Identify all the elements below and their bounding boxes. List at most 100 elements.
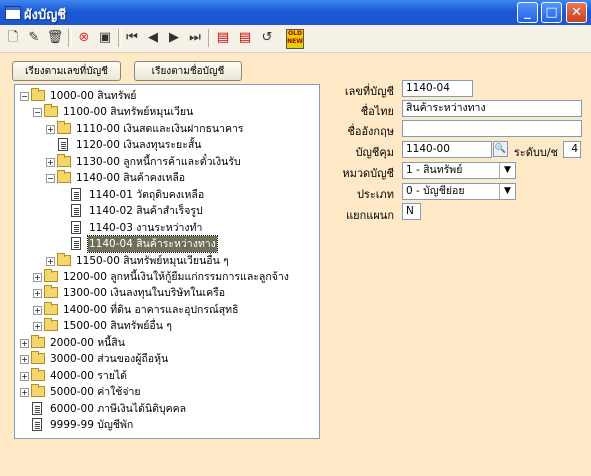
tree-item-label: 1140-00 สินค้าคงเหลือ bbox=[76, 172, 186, 185]
folder-icon bbox=[44, 318, 58, 332]
folder-icon bbox=[44, 285, 58, 299]
category-value: 1 - สินทรัพย์ bbox=[406, 164, 463, 176]
first-record-icon[interactable]: ⏮ bbox=[122, 28, 142, 48]
document-icon bbox=[71, 237, 81, 251]
delete-icon[interactable]: 🗑 bbox=[45, 28, 65, 48]
expand-icon[interactable]: + bbox=[33, 289, 42, 299]
tree-item-label: 4000-00 รายได้ bbox=[50, 369, 127, 382]
folder-icon bbox=[57, 120, 71, 134]
lookup-icon[interactable]: 🔍 bbox=[493, 141, 508, 157]
sort-by-name-button[interactable]: เรียงตามชื่อบัญชี bbox=[134, 61, 242, 81]
tree-item-label: 1140-04 สินค้าระหว่างทาง bbox=[87, 235, 218, 254]
expand-icon[interactable]: + bbox=[20, 338, 29, 348]
report-detail-icon[interactable]: ▤ bbox=[235, 28, 255, 48]
type-label: ประเภท bbox=[356, 188, 394, 201]
document-icon bbox=[71, 204, 81, 218]
tree-item-label: 1110-00 เงินสดและเงินฝากธนาคาร bbox=[76, 122, 244, 135]
folder-icon bbox=[31, 88, 45, 101]
folder-icon bbox=[31, 367, 45, 381]
tree-item-label: 1140-03 งานระหว่างทำ bbox=[89, 221, 203, 234]
account-no-field[interactable]: 1140-04 bbox=[402, 80, 473, 97]
tree-item-label: 1300-00 เงินลงทุนในบริษัทในเครือ bbox=[63, 287, 226, 300]
category-label: หมวดบัญชี bbox=[342, 167, 394, 180]
english-name-field[interactable] bbox=[402, 120, 582, 137]
cancel-icon[interactable]: ⊗ bbox=[74, 28, 94, 48]
folder-icon bbox=[31, 334, 45, 348]
chevron-down-icon[interactable]: ▼ bbox=[499, 163, 515, 178]
old-new-label: OLD NEW bbox=[287, 30, 303, 45]
document-icon bbox=[32, 401, 42, 415]
level-field[interactable]: 4 bbox=[563, 141, 581, 158]
tree-item-label: 9999-99 บัญชีพัก bbox=[50, 419, 134, 431]
type-value: 0 - บัญชีย่อย bbox=[406, 185, 465, 197]
thai-name-label: ชื่อไทย bbox=[360, 105, 394, 118]
document-icon bbox=[71, 187, 81, 201]
previous-record-icon[interactable]: ◀ bbox=[143, 28, 163, 48]
expand-icon[interactable]: + bbox=[33, 272, 42, 282]
parent-account-field[interactable]: 1140-00 bbox=[402, 141, 492, 158]
expand-icon[interactable]: + bbox=[33, 305, 42, 315]
tree-item-label: 5000-00 ค่าใช้จ่าย bbox=[50, 386, 141, 399]
expand-icon[interactable]: + bbox=[33, 322, 42, 332]
department-label: แยกแผนก bbox=[346, 209, 394, 222]
expand-icon[interactable]: + bbox=[46, 124, 55, 134]
tree-item-label: 3000-00 ส่วนของผู้ถือหุ้น bbox=[50, 353, 169, 366]
document-icon bbox=[32, 418, 42, 431]
folder-icon bbox=[44, 104, 58, 118]
folder-icon bbox=[57, 153, 71, 167]
tree-item-label: 6000-00 ภาษีเงินได้นิติบุคคล bbox=[50, 402, 187, 415]
tree-item-label: 1100-00 สินทรัพย์หมุนเวียน bbox=[63, 106, 194, 119]
window-title: ผังบัญชี bbox=[24, 8, 67, 23]
sort-by-code-button[interactable]: เรียงตามเลขที่บัญชี bbox=[12, 61, 121, 81]
chevron-down-icon[interactable]: ▼ bbox=[499, 184, 515, 199]
toolbar-separator bbox=[208, 29, 212, 47]
maximize-button[interactable]: □ bbox=[541, 2, 562, 23]
tree-item-label: 1140-01 วัตถุดิบคงเหลือ bbox=[89, 188, 205, 201]
tree-item-label: 1200-00 ลูกหนี้เงินให้กู้ยืมแก่กรรมการแล… bbox=[63, 270, 289, 283]
title-bar: ผังบัญชี _ □ ✕ bbox=[0, 0, 591, 25]
new-icon[interactable]: 🗋 bbox=[3, 28, 23, 48]
department-field[interactable]: N bbox=[402, 203, 421, 220]
level-label: ระดับบ/ช bbox=[513, 146, 558, 159]
parent-account-label: บัญชีคุม bbox=[355, 146, 394, 159]
toolbar-separator bbox=[68, 29, 72, 47]
last-record-icon[interactable]: ⏭ bbox=[185, 28, 205, 48]
collapse-icon[interactable]: − bbox=[33, 108, 42, 118]
document-icon bbox=[58, 138, 68, 152]
old-new-icon[interactable]: OLD NEW bbox=[286, 29, 304, 49]
folder-icon bbox=[31, 351, 45, 365]
type-select[interactable]: 0 - บัญชีย่อย ▼ bbox=[402, 183, 516, 200]
tree-item-label: 2000-00 หนี้สิน bbox=[50, 336, 125, 349]
category-select[interactable]: 1 - สินทรัพย์ ▼ bbox=[402, 162, 516, 179]
expand-icon[interactable]: + bbox=[46, 157, 55, 167]
close-button[interactable]: ✕ bbox=[566, 2, 587, 23]
minimize-button[interactable]: _ bbox=[517, 2, 538, 23]
folder-icon bbox=[44, 268, 58, 282]
edit-icon[interactable]: ✎ bbox=[24, 28, 44, 48]
expand-icon[interactable]: + bbox=[20, 371, 29, 381]
folder-icon bbox=[57, 170, 71, 184]
collapse-icon[interactable]: − bbox=[46, 174, 55, 184]
tree-item-label: 1000-00 สินทรัพย์ bbox=[50, 90, 137, 102]
next-record-icon[interactable]: ▶ bbox=[164, 28, 184, 48]
window-icon bbox=[5, 6, 21, 20]
account-no-label: เลขที่บัญชี bbox=[344, 85, 394, 98]
english-name-label: ชื่ออังกฤษ bbox=[347, 125, 394, 138]
folder-icon bbox=[57, 252, 71, 266]
document-icon bbox=[71, 220, 81, 234]
tree-item-label: 1500-00 สินทรัพย์อื่น ๆ bbox=[63, 320, 172, 333]
expand-icon[interactable]: + bbox=[46, 256, 55, 266]
save-icon[interactable]: ▣ bbox=[95, 28, 115, 48]
tree-item-label: 1150-00 สินทรัพย์หมุนเวียนอื่น ๆ bbox=[76, 254, 229, 267]
thai-name-field[interactable]: สินค้าระหว่างทาง bbox=[402, 100, 582, 117]
expand-icon[interactable]: + bbox=[20, 388, 29, 398]
report-icon[interactable]: ▤ bbox=[213, 28, 233, 48]
refresh-icon[interactable]: ↺ bbox=[257, 28, 277, 48]
account-tree[interactable]: −1000-00 สินทรัพย์ −1100-00 สินทรัพย์หมุน… bbox=[14, 84, 320, 439]
tree-item-label: 1140-02 สินค้าสำเร็จรูป bbox=[89, 205, 203, 218]
collapse-icon[interactable]: − bbox=[20, 92, 29, 101]
expand-icon[interactable]: + bbox=[20, 355, 29, 365]
folder-icon bbox=[31, 384, 45, 398]
tree-item-label: 1120-00 เงินลงทุนระยะสั้น bbox=[76, 139, 202, 152]
folder-icon bbox=[44, 301, 58, 315]
